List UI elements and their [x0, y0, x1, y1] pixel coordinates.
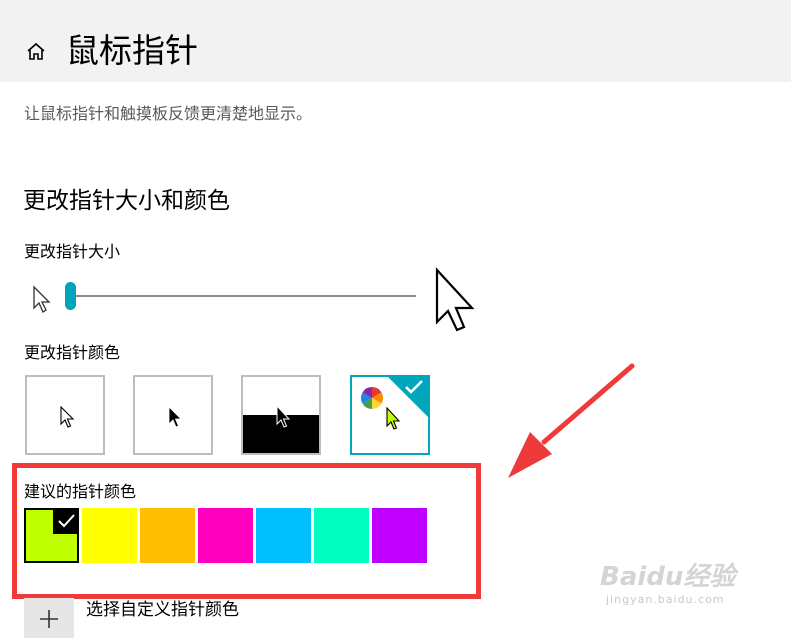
- green-cursor-icon: [386, 407, 401, 430]
- color-wheel-icon: [361, 387, 383, 409]
- pointer-color-white-option[interactable]: [25, 375, 105, 455]
- selected-corner: [53, 508, 79, 534]
- check-icon: [405, 380, 423, 394]
- header-bar: 鼠标指针: [0, 0, 791, 82]
- suggested-colors-label: 建议的指针颜色: [24, 482, 137, 501]
- home-icon[interactable]: [24, 40, 48, 64]
- size-slider-track[interactable]: [72, 295, 416, 297]
- color-label: 更改指针颜色: [24, 343, 121, 362]
- check-icon: [58, 514, 75, 528]
- section-title: 更改指针大小和颜色: [23, 188, 230, 214]
- suggested-color-swatch[interactable]: [82, 508, 137, 563]
- pointer-color-inverted-option[interactable]: [241, 375, 321, 455]
- page-title: 鼠标指针: [66, 31, 198, 70]
- suggested-color-swatch[interactable]: [24, 508, 79, 563]
- white-cursor-icon: [60, 406, 75, 428]
- custom-color-label[interactable]: 选择自定义指针颜色: [86, 595, 239, 620]
- plus-icon: [40, 610, 58, 628]
- suggested-color-swatch[interactable]: [372, 508, 427, 563]
- large-cursor-icon: [434, 267, 478, 337]
- pointer-color-custom-option[interactable]: [350, 375, 430, 455]
- inverted-cursor-icon: [276, 405, 291, 428]
- pointer-color-black-option[interactable]: [133, 375, 213, 455]
- annotation-arrow: [508, 363, 635, 478]
- small-cursor-icon: [32, 285, 52, 319]
- suggested-color-swatch[interactable]: [140, 508, 195, 563]
- size-slider-thumb[interactable]: [65, 282, 76, 310]
- watermark: Baidu经验: [600, 562, 736, 592]
- suggested-color-swatch[interactable]: [198, 508, 253, 563]
- watermark-url: jingyan.baidu.com: [606, 593, 725, 606]
- black-cursor-icon: [168, 406, 182, 428]
- page-description: 让鼠标指针和触摸板反馈更清楚地显示。: [24, 104, 313, 123]
- suggested-color-swatch[interactable]: [256, 508, 311, 563]
- add-custom-color-button[interactable]: [24, 598, 74, 638]
- suggested-color-swatch[interactable]: [314, 508, 369, 563]
- size-label: 更改指针大小: [24, 242, 121, 261]
